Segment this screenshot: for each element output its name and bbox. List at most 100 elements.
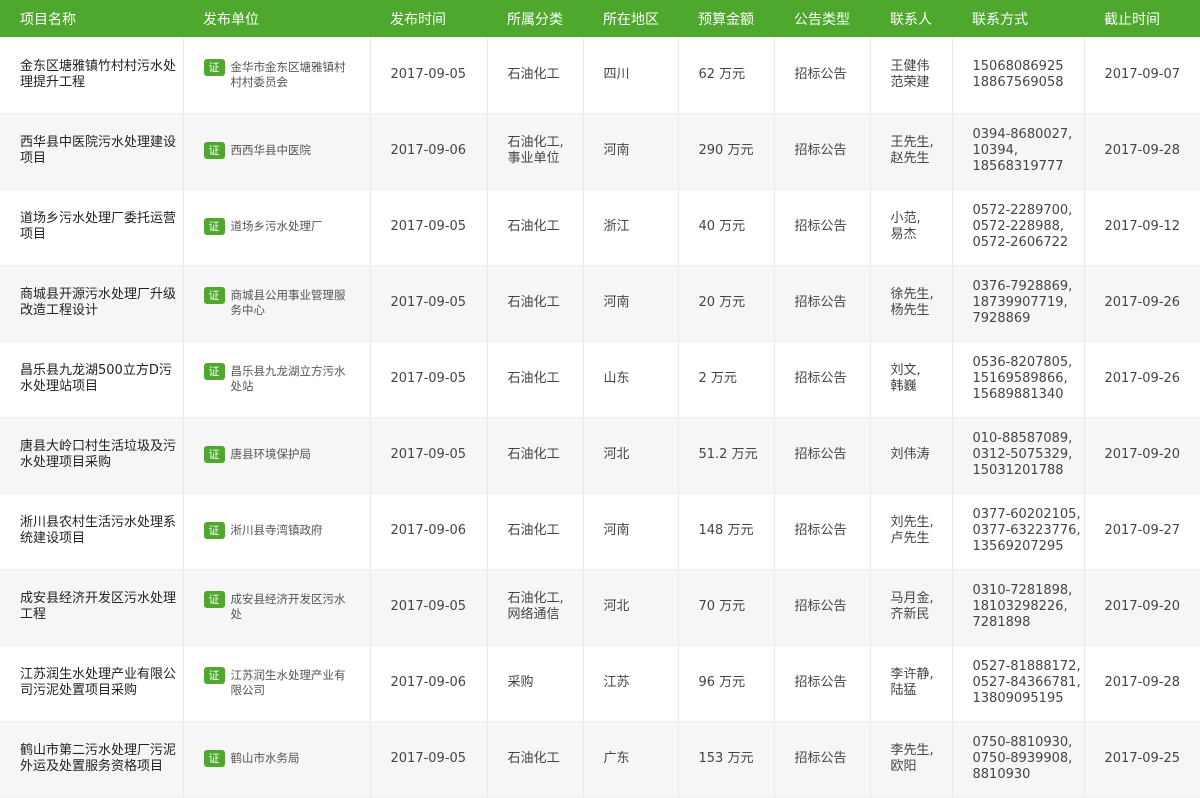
header-deadline: 截止时间	[1104, 11, 1160, 28]
publisher-wrap[interactable]: 证金华市金东区塘雅镇村村村委员会	[203, 58, 370, 90]
table-row[interactable]: 江苏润生水处理产业有限公司污泥处置项目采购证江苏润生水处理产业有限公司 2017-…	[0, 645, 1200, 722]
region: 山东	[603, 371, 630, 386]
table-row[interactable]: 金东区塘雅镇竹村村污水处理提升工程证金华市金东区塘雅镇村村村委员会 2017-09…	[0, 37, 1200, 114]
publisher-wrap[interactable]: 证昌乐县九龙湖立方污水处站	[203, 363, 370, 394]
table-row[interactable]: 西华县中医院污水处理建设项目 证西西华县中医院 2017-09-06 石油化工, 事业…	[0, 113, 1200, 190]
contact-phone: 0527-81888172, 0527-84366781, 1380909519…	[972, 659, 1081, 706]
contact-person: 李先生, 欧阳	[890, 743, 934, 774]
notice-type: 招标公告	[794, 447, 847, 462]
publisher-wrap[interactable]: 证江苏润生水处理产业有限公司	[203, 667, 370, 698]
publish-date: 2017-09-05	[390, 599, 467, 614]
region: 江苏	[603, 675, 630, 690]
cell-unit: 证道场乡污水处理厂	[182, 189, 370, 266]
project-name-link[interactable]: 金东区塘雅镇竹村村污水处理提升工程	[20, 59, 176, 90]
cell-name: 淅川县农村生活污水处理系统建设项目	[0, 493, 183, 570]
publisher-name[interactable]: 鹤山市水务局	[231, 751, 314, 766]
publisher-wrap[interactable]: 证道场乡污水处理厂	[203, 218, 370, 235]
publisher-name[interactable]: 江苏润生水处理产业有限公司	[231, 668, 370, 698]
project-name-link[interactable]: 西华县中医院污水处理建设项目	[20, 135, 176, 166]
publisher-name[interactable]: 淅川县寺湾镇政府	[231, 523, 337, 538]
publisher-wrap[interactable]: 证淅川县寺湾镇政府	[203, 522, 370, 539]
cell-phone: 0750-8810930, 0750-8939908, 8810930	[951, 721, 1084, 798]
cell-unit: 证西西华县中医院	[182, 113, 370, 190]
table-row[interactable]: 昌乐县九龙湖500立方D污水处理站项目证昌乐县九龙湖立方污水处站 2017-09-…	[0, 341, 1200, 418]
header-category: 所属分类	[507, 11, 563, 28]
cell-date: 2017-09-05	[369, 721, 487, 798]
cell-phone: 0572-2289700, 0572-228988, 0572-2606722	[951, 189, 1084, 266]
publisher-name[interactable]: 唐县环境保护局	[231, 447, 326, 462]
publish-date: 2017-09-05	[390, 295, 467, 310]
cell-category: 石油化工	[486, 189, 583, 266]
cell-deadline: 2017-09-25	[1083, 721, 1200, 798]
cell-budget: 62 万元	[677, 37, 774, 114]
cell-category: 石油化工	[486, 341, 583, 418]
cell-type: 招标公告	[773, 265, 870, 342]
table-row[interactable]: 淅川县农村生活污水处理系统建设项目 证淅川县寺湾镇政府 2017-09-06 石油化工…	[0, 493, 1200, 570]
cell-phone: 0377-60202105, 0377-63223776, 1356920729…	[951, 493, 1084, 570]
publisher-name[interactable]: 昌乐县九龙湖立方污水处站	[231, 364, 370, 394]
region: 河北	[603, 599, 630, 614]
publisher-name[interactable]: 金华市金东区塘雅镇村村村委员会	[231, 60, 370, 90]
contact-phone: 15068086925 18867569058	[972, 58, 1064, 90]
table-row[interactable]: 商城县开源污水处理厂升级改造工程设计证商城县公用事业管理服务中心 2017-09-…	[0, 265, 1200, 342]
cell-category: 石油化工	[486, 265, 583, 342]
cell-deadline: 2017-09-26	[1083, 265, 1200, 342]
category: 石油化工	[507, 523, 560, 538]
cell-contact: 马月金, 齐新民	[869, 569, 952, 646]
budget: 96 万元	[698, 675, 746, 690]
certified-badge-icon: 证	[203, 522, 225, 539]
table-row[interactable]: 唐县大岭口村生活垃圾及污水处理项目采购 证唐县环境保护局 2017-09-05 石油化…	[0, 417, 1200, 494]
notice-type: 招标公告	[794, 675, 847, 690]
publisher-wrap[interactable]: 证西西华县中医院	[203, 142, 370, 159]
publisher-name[interactable]: 西西华县中医院	[231, 143, 326, 158]
category: 石油化工	[507, 295, 560, 310]
tender-table: 项目名称 发布单位 发布时间 所属分类 所在地区 预算金额 公告类型 联系人 联…	[0, 0, 1200, 798]
contact-phone: 0536-8207805, 15169589866, 15689881340	[972, 355, 1073, 402]
project-name-link[interactable]: 商城县开源污水处理厂升级改造工程设计	[20, 287, 176, 318]
cell-date: 2017-09-05	[369, 265, 487, 342]
region: 河南	[603, 523, 630, 538]
header-publish-date: 发布时间	[390, 11, 446, 28]
project-name-link[interactable]: 昌乐县九龙湖500立方D污水处理站项目	[20, 363, 172, 394]
cell-unit: 证淅川县寺湾镇政府	[182, 493, 370, 570]
notice-type: 招标公告	[794, 295, 847, 310]
table-row[interactable]: 鹤山市第二污水处理厂污泥外运及处置服务资格项目 证鹤山市水务局 2017-09-05…	[0, 721, 1200, 798]
certified-badge-icon: 证	[203, 591, 225, 608]
region: 河南	[603, 143, 630, 158]
contact-phone: 0572-2289700, 0572-228988, 0572-2606722	[972, 203, 1073, 250]
cell-date: 2017-09-05	[369, 417, 487, 494]
budget: 153 万元	[698, 751, 754, 766]
publisher-name[interactable]: 成安县经济开发区污水处	[231, 592, 370, 622]
publisher-name[interactable]: 道场乡污水处理厂	[231, 219, 337, 234]
cell-type: 招标公告	[773, 569, 870, 646]
cell-contact: 王健伟 范荣建	[869, 37, 952, 114]
project-name-link[interactable]: 成安县经济开发区污水处理工程	[20, 591, 176, 622]
region: 河北	[603, 447, 630, 462]
publish-date: 2017-09-06	[390, 523, 467, 538]
table-row[interactable]: 道场乡污水处理厂委托运营项目 证道场乡污水处理厂 2017-09-05 石油化工 浙江 4…	[0, 189, 1200, 266]
table-row[interactable]: 成安县经济开发区污水处理工程证成安县经济开发区污水处 2017-09-05 石油化工…	[0, 569, 1200, 646]
cell-name: 昌乐县九龙湖500立方D污水处理站项目	[0, 341, 183, 418]
project-name-link[interactable]: 道场乡污水处理厂委托运营项目	[20, 211, 176, 242]
cell-budget: 290 万元	[677, 113, 774, 190]
project-name-link[interactable]: 唐县大岭口村生活垃圾及污水处理项目采购	[20, 439, 176, 470]
budget: 70 万元	[698, 599, 746, 614]
notice-type: 招标公告	[794, 143, 847, 158]
deadline: 2017-09-26	[1104, 295, 1181, 310]
publisher-wrap[interactable]: 证鹤山市水务局	[203, 750, 370, 767]
project-name-link[interactable]: 鹤山市第二污水处理厂污泥外运及处置服务资格项目	[20, 743, 181, 774]
project-name-link[interactable]: 淅川县农村生活污水处理系统建设项目	[20, 515, 176, 546]
publisher-name[interactable]: 商城县公用事业管理服务中心	[231, 288, 370, 318]
publisher-wrap[interactable]: 证商城县公用事业管理服务中心	[203, 287, 370, 318]
publisher-wrap[interactable]: 证成安县经济开发区污水处	[203, 591, 370, 622]
publish-date: 2017-09-05	[390, 219, 467, 234]
budget: 62 万元	[698, 66, 746, 82]
contact-person: 刘伟涛	[890, 447, 930, 462]
project-name-link[interactable]: 江苏润生水处理产业有限公司污泥处置项目采购	[20, 667, 176, 698]
notice-type: 招标公告	[794, 66, 847, 82]
cell-category: 石油化工	[486, 493, 583, 570]
publish-date: 2017-09-06	[390, 143, 467, 158]
cell-type: 招标公告	[773, 113, 870, 190]
publisher-wrap[interactable]: 证唐县环境保护局	[203, 446, 370, 463]
contact-phone: 0750-8810930, 0750-8939908, 8810930	[972, 735, 1073, 782]
